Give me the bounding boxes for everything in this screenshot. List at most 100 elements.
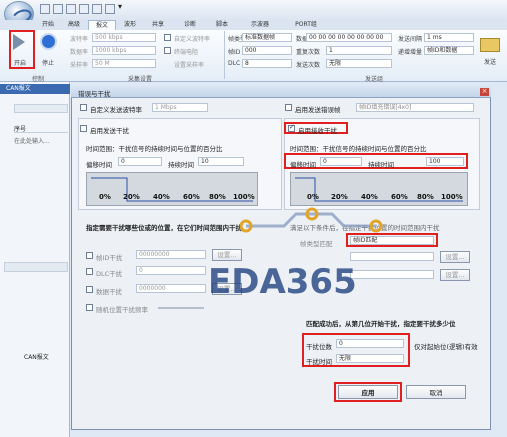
dialog-title: 错误与干扰 [78, 90, 111, 98]
filter-placeholder[interactable]: 在此处输入... [14, 136, 50, 145]
tick-0-left: 0% [99, 193, 111, 201]
recv-interfere-label: 启用接收干扰 [298, 127, 337, 135]
data-baud-select[interactable]: 1000 kbps [92, 46, 156, 55]
sample-label: 采样率 [70, 62, 89, 69]
cancel-button[interactable]: 取消 [406, 385, 466, 399]
id-input[interactable]: 000 [242, 46, 292, 55]
tick-100-right: 100% [441, 193, 463, 201]
frame-id-input[interactable]: 00000000 [136, 250, 206, 259]
tab-start[interactable]: 开始 [36, 20, 60, 30]
data-baud-label: 数据率 [70, 49, 89, 56]
offset-input-left[interactable]: 0 [118, 157, 162, 166]
random-slider[interactable] [158, 307, 204, 309]
condition-value-2[interactable] [350, 270, 434, 279]
offset-label-left: 偏移时间 [86, 161, 112, 169]
customize-icon[interactable]: ▾ [118, 2, 122, 11]
data-checkbox[interactable] [86, 286, 93, 293]
tab-scope[interactable]: 示波器 [240, 20, 280, 30]
watermark-text: EDA365 [208, 262, 357, 302]
tx-error-checkbox[interactable] [285, 104, 292, 111]
mode-select[interactable]: 帧ID和数据 [424, 46, 474, 55]
range-desc-right: 时间范围：干扰信号的持续时间与位置的百分比 [290, 145, 427, 153]
window-icon[interactable] [105, 4, 115, 14]
data-interfere-input[interactable]: 0000000 [136, 284, 206, 293]
group-sample-label: 采集设置 [128, 76, 153, 83]
custom-baud-checkbox[interactable] [80, 104, 87, 111]
duration-label-left: 持续时间 [168, 161, 194, 169]
tx-error-label: 启用发送错误帧 [295, 106, 341, 114]
start-bit-label: 干扰位数 [306, 343, 332, 351]
range-desc-left: 时间范围：干扰信号的持续时间与位置的百分比 [86, 145, 223, 153]
tab-diag[interactable]: 诊断 [176, 20, 204, 30]
offset-label-right: 偏移时间 [290, 161, 316, 169]
auto-baud-checkbox[interactable] [164, 34, 171, 41]
random-label: 随机位置干扰频率 [96, 306, 148, 314]
interfere-time-select[interactable]: 无限 [336, 354, 404, 363]
open-icon[interactable] [40, 4, 50, 14]
auto-baud-label: 自定义波特率 [174, 36, 211, 43]
custom-baud-label: 自定义发送波特率 [90, 106, 142, 114]
stop-button-label[interactable]: 停止 [42, 58, 54, 67]
terminal-label: 终端电阻 [174, 49, 199, 56]
baud-select[interactable]: 500 kbps [92, 33, 156, 42]
dlc-label: DLC [228, 60, 241, 67]
condition-settings-button-1[interactable]: 设置... [440, 251, 470, 263]
duration-input-right[interactable]: 100 [426, 157, 464, 166]
tab-wave[interactable]: 波形 [118, 20, 142, 30]
repeat-input[interactable]: 1 [326, 46, 392, 55]
save-icon[interactable] [53, 4, 63, 14]
frame-id-label: 帧ID干扰 [96, 254, 123, 262]
send-count-label: 发送次数 [296, 62, 321, 69]
tab-advanced[interactable]: 高级 [62, 20, 86, 30]
start-bit-input[interactable]: 0 [336, 339, 404, 348]
frame-id-checkbox[interactable] [86, 252, 93, 259]
panel-search[interactable] [14, 104, 68, 113]
dialog-titlebar [71, 86, 491, 98]
dlc-interfere-input[interactable]: 0 [136, 266, 206, 275]
panel-footer-label: CAN报文 [24, 354, 49, 361]
apply-button[interactable]: 应用 [338, 385, 398, 399]
tab-port[interactable]: PORT组 [286, 20, 326, 30]
tab-script[interactable]: 脚本 [208, 20, 236, 30]
offset-input-right[interactable]: 0 [320, 157, 362, 166]
send-interfere-checkbox[interactable] [80, 125, 87, 132]
fill-error-select[interactable]: 帧ID填充错误[4x0] [356, 103, 474, 112]
frame-type-select[interactable]: 标准数据帧 [242, 33, 292, 42]
dlc-select[interactable]: 8 [242, 59, 292, 68]
custom-baud-select[interactable]: 1 Mbps [152, 103, 208, 112]
send-count-select[interactable]: 无限 [326, 59, 392, 68]
interval-input[interactable]: 1 ms [424, 33, 474, 42]
mode-label: 递增增量 [398, 49, 423, 56]
ribbon-divider [224, 31, 225, 79]
bits-desc: 匹配成功后，从第几位开始干扰，指定要干扰多少位 [306, 320, 456, 328]
recv-interfere-checkbox[interactable] [288, 123, 295, 132]
tab-share[interactable]: 共享 [144, 20, 172, 30]
close-icon[interactable]: × [480, 88, 489, 96]
group-send-label: 发送组 [365, 76, 384, 83]
tick-80-right: 80% [417, 193, 434, 201]
watermark-circuit-icon [239, 207, 383, 233]
data-input[interactable]: 00 00 00 00 00 00 00 00 [306, 33, 392, 42]
send-envelope-icon[interactable] [480, 38, 500, 52]
baud-label: 波特率 [70, 36, 89, 43]
start-button-label[interactable]: 开启 [14, 58, 26, 67]
play-icon[interactable] [13, 34, 25, 50]
stop-icon[interactable] [40, 33, 57, 50]
send-button-label[interactable]: 发送 [484, 57, 496, 66]
random-checkbox[interactable] [86, 304, 93, 311]
grid-icon[interactable] [92, 4, 102, 14]
duration-input-left[interactable]: 10 [198, 157, 244, 166]
tab-message[interactable]: 报文 [88, 20, 116, 30]
data-interfere-label: 数据干扰 [96, 288, 122, 296]
duration-label-right: 持续时间 [368, 161, 394, 169]
condition-settings-button-2[interactable]: 设置... [440, 269, 470, 281]
dlc-checkbox[interactable] [86, 268, 93, 275]
export-icon[interactable] [79, 4, 89, 14]
save-as-icon[interactable] [66, 4, 76, 14]
terminal-checkbox[interactable] [164, 47, 171, 54]
can-tab[interactable]: CAN报文 [0, 84, 70, 94]
repeat-label: 重复次数 [296, 49, 321, 56]
quick-access-toolbar [0, 0, 507, 20]
sample-select[interactable]: 50 M [92, 59, 156, 68]
timing-wave-left [91, 177, 253, 202]
